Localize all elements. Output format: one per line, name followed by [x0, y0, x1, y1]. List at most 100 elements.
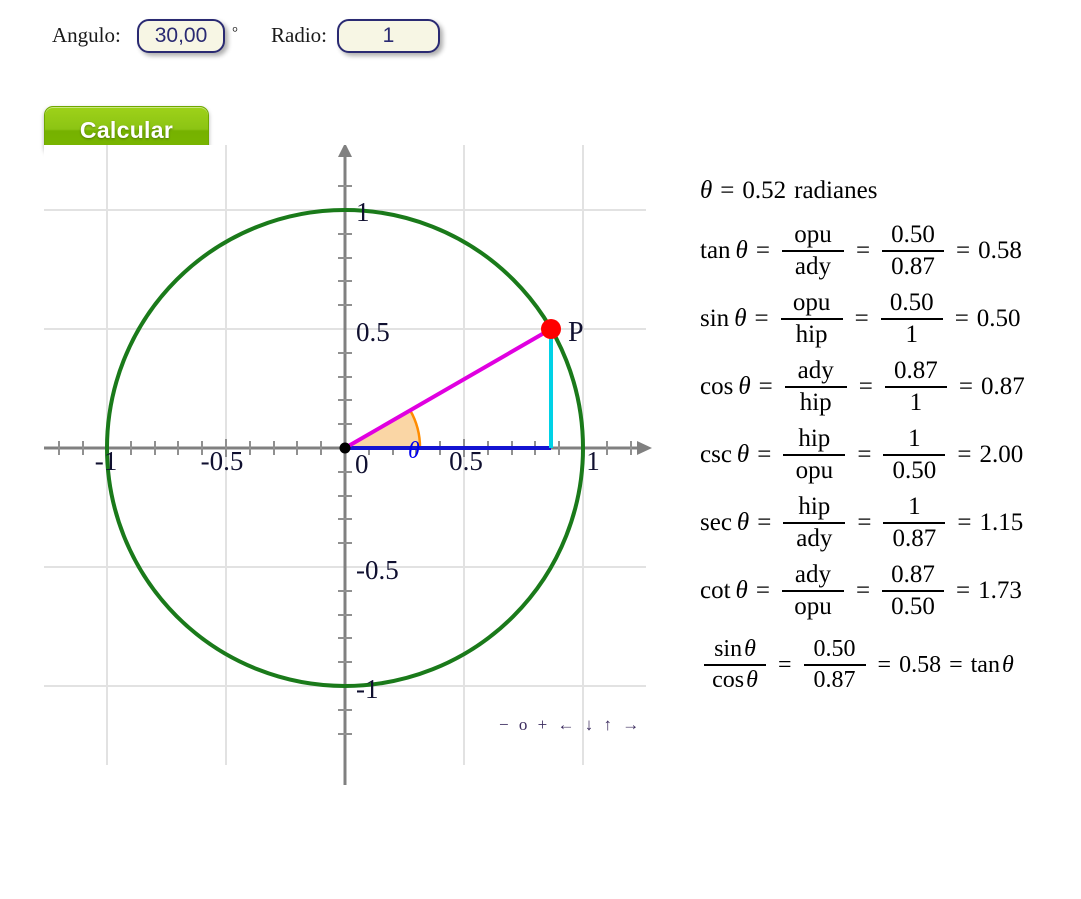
- sin-num-value: 0.50: [889, 289, 934, 316]
- radio-input[interactable]: [337, 19, 440, 53]
- trig-results-panel: θ = 0.52 radianes tan θ = opu ady = 0.50…: [700, 165, 1075, 699]
- zoom-in-icon[interactable]: +: [538, 715, 551, 734]
- radians-equals: =: [720, 177, 735, 204]
- y-tick-neg1: -1: [356, 674, 379, 704]
- csc-equals-1: =: [757, 441, 772, 468]
- equation-row-tan: tan θ = opu ady = 0.50 0.87 = 0.58: [700, 217, 1075, 285]
- radians-line: θ = 0.52 radianes: [700, 165, 1075, 217]
- point-p[interactable]: [541, 319, 561, 339]
- sin-equals-3: =: [954, 305, 969, 332]
- csc-fn-name: csc: [700, 441, 732, 468]
- cos-den-value: 1: [909, 389, 923, 416]
- tan-num-name: opu: [794, 221, 832, 248]
- origin-point: [339, 442, 351, 454]
- x-tick-1: 1: [586, 446, 600, 476]
- csc-equals-2: =: [857, 441, 872, 468]
- equation-row-csc: csc θ = hip opu = 1 0.50 = 2.00: [700, 421, 1075, 489]
- sec-result: 1.15: [979, 509, 1024, 536]
- sin-theta: θ: [734, 305, 747, 332]
- sec-ratio-names: hip ady: [783, 493, 846, 553]
- cot-fn-name: cot: [700, 577, 731, 604]
- sin-num-name: opu: [792, 289, 831, 316]
- cot-den-value: 0.50: [891, 593, 935, 620]
- y-tick-neg05: -0.5: [356, 555, 399, 585]
- sec-den-name: ady: [796, 525, 833, 552]
- identity-num-fn: sinθ: [714, 636, 756, 663]
- tan-ratio-values: 0.50 0.87: [882, 221, 945, 281]
- identity-tan-fn: tan: [970, 651, 1000, 678]
- cos-theta: θ: [738, 373, 751, 400]
- tan-result: 0.58: [978, 237, 1022, 264]
- unit-circle-plot[interactable]: -1 -0.5 0 0.5 1 1 0.5 -0.5 -1 P θ: [0, 145, 700, 785]
- pan-right-icon[interactable]: →: [622, 715, 642, 734]
- sin-den-name: hip: [795, 321, 828, 348]
- sec-equals-2: =: [857, 509, 872, 536]
- identity-den-fn: cosθ: [712, 667, 758, 693]
- pan-down-icon[interactable]: ↓: [585, 715, 597, 734]
- x-tick-05: 0.5: [449, 446, 483, 476]
- sec-equals-1: =: [757, 509, 772, 536]
- plot-nav-controls[interactable]: − o + ← ↓ ↑ →: [499, 715, 642, 735]
- cos-ratio-names: ady hip: [784, 357, 847, 417]
- cos-num-name: ady: [797, 357, 834, 384]
- pan-left-icon[interactable]: ←: [557, 715, 577, 734]
- radio-label: Radio:: [271, 23, 327, 47]
- cot-ratio-values: 0.87 0.50: [882, 561, 945, 621]
- tan-ratio-names: opu ady: [781, 221, 844, 281]
- tan-den-name: ady: [794, 253, 831, 280]
- equation-row-cos: cos θ = ady hip = 0.87 1 = 0.87: [700, 353, 1075, 421]
- identity-den-value: 0.87: [813, 667, 856, 693]
- tan-num-value: 0.50: [891, 221, 935, 248]
- cos-equals-2: =: [858, 373, 873, 400]
- zoom-out-icon[interactable]: −: [499, 715, 512, 734]
- csc-den-name: opu: [795, 457, 834, 484]
- x-tick-neg1: -1: [95, 446, 118, 476]
- sin-equals-1: =: [754, 305, 769, 332]
- angulo-label: Angulo:: [52, 23, 121, 47]
- pan-up-icon[interactable]: ↑: [603, 715, 615, 734]
- csc-den-value: 0.50: [892, 457, 937, 484]
- sin-equals-2: =: [854, 305, 869, 332]
- cos-equals-1: =: [758, 373, 773, 400]
- equation-row-sec: sec θ = hip ady = 1 0.87 = 1.15: [700, 489, 1075, 557]
- x-tick-0: 0: [355, 449, 369, 479]
- csc-num-name: hip: [798, 425, 831, 452]
- cot-den-name: opu: [794, 593, 832, 620]
- sec-num-value: 1: [908, 493, 921, 520]
- sec-num-name: hip: [798, 493, 831, 520]
- tan-den-value: 0.87: [891, 253, 935, 280]
- y-tick-1: 1: [356, 197, 370, 227]
- identity-num-value: 0.50: [813, 636, 856, 663]
- cot-equals-3: =: [956, 577, 971, 604]
- equation-row-identity: sinθ cosθ = 0.50 0.87 = 0.58 = tan θ: [700, 631, 1075, 699]
- tan-equals-2: =: [855, 237, 871, 264]
- cos-fn-name: cos: [700, 373, 734, 400]
- sec-fn-name: sec: [700, 509, 732, 536]
- cot-num-name: ady: [794, 561, 831, 588]
- controls-bar: Angulo: ° Radio:: [0, 0, 1081, 72]
- identity-result: 0.58: [899, 651, 942, 678]
- sin-fn-name: sin: [700, 305, 730, 332]
- theta-angle-label: θ: [408, 438, 420, 464]
- csc-num-value: 1: [908, 425, 921, 452]
- sec-ratio-values: 1 0.87: [883, 493, 946, 553]
- radians-value: 0.52: [742, 177, 787, 204]
- reset-view-icon[interactable]: o: [519, 715, 531, 734]
- identity-equals-3: =: [949, 651, 963, 678]
- cot-ratio-names: ady opu: [781, 561, 844, 621]
- sec-equals-3: =: [957, 509, 972, 536]
- tan-fn-name: tan: [700, 237, 731, 264]
- angulo-input[interactable]: [137, 19, 225, 53]
- tan-theta: θ: [735, 237, 748, 264]
- identity-equals-2: =: [877, 651, 892, 678]
- equation-row-sin: sin θ = opu hip = 0.50 1 = 0.50: [700, 285, 1075, 353]
- radians-theta: θ: [700, 177, 713, 204]
- csc-theta: θ: [736, 441, 750, 468]
- cot-theta: θ: [735, 577, 748, 604]
- sin-ratio-values: 0.50 1: [880, 289, 943, 349]
- sec-theta: θ: [736, 509, 750, 536]
- cot-result: 1.73: [978, 577, 1022, 604]
- sin-ratio-names: opu hip: [780, 289, 843, 349]
- tan-equals-3: =: [956, 237, 971, 264]
- csc-ratio-names: hip opu: [783, 425, 846, 485]
